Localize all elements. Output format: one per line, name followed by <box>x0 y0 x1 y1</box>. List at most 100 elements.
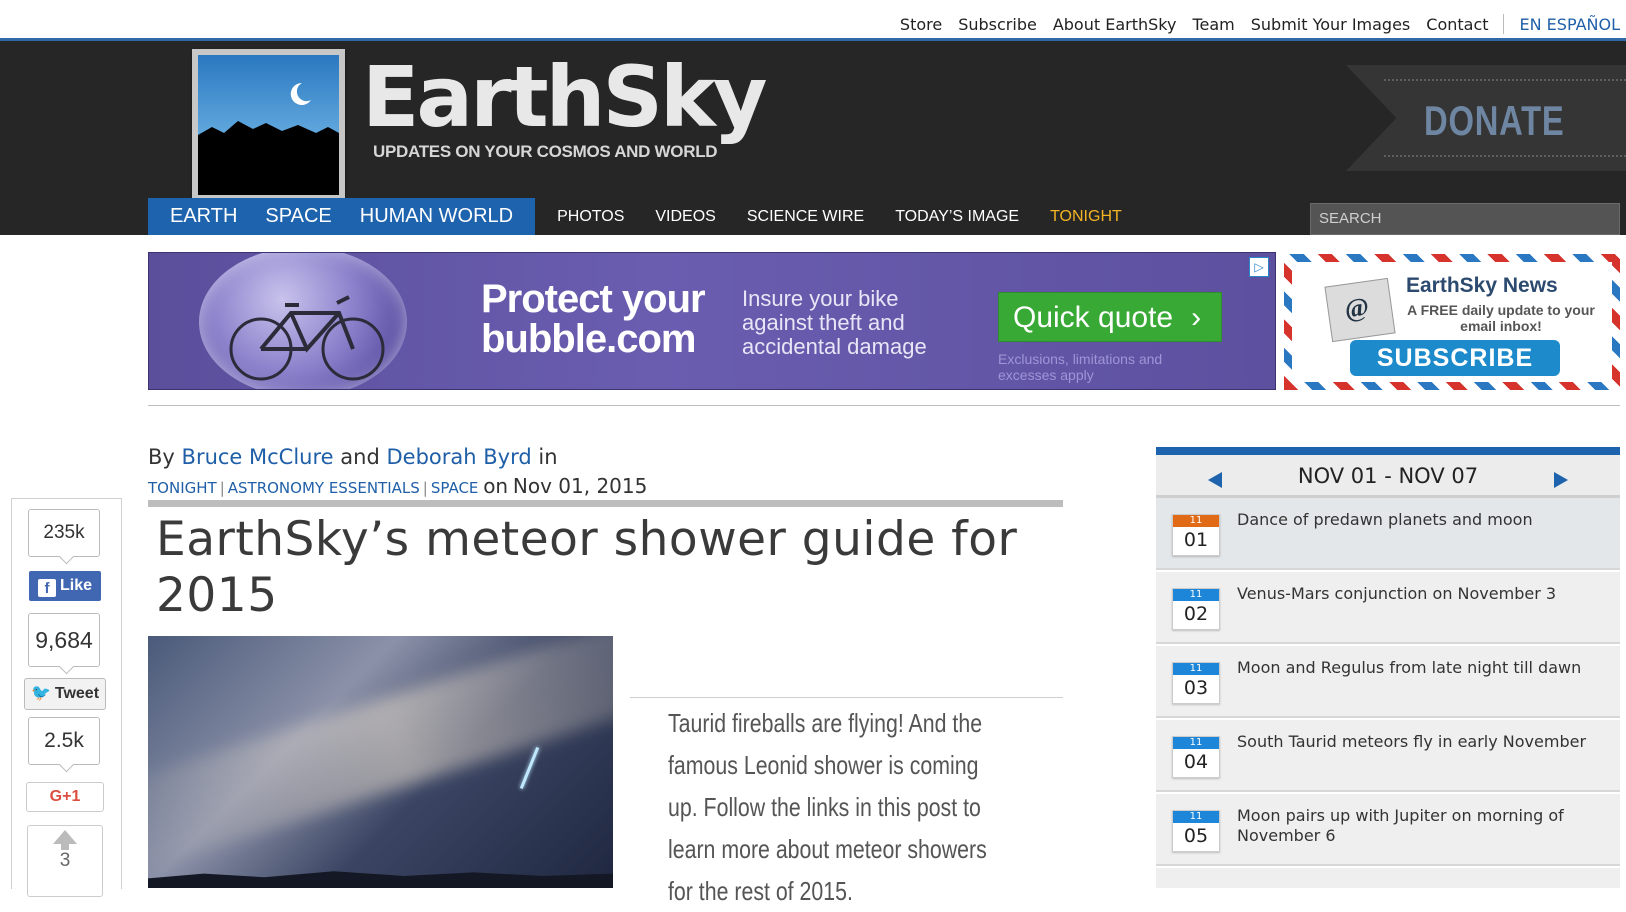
list-item[interactable]: 11 01 Dance of predawn planets and moon <box>1156 498 1620 570</box>
list-item[interactable]: 11 02 Venus-Mars conjunction on November … <box>1156 572 1620 644</box>
divider <box>1502 14 1504 34</box>
gplus-count: 2.5k <box>28 717 100 765</box>
bubble-bike-image <box>199 253 407 389</box>
milky-way-band <box>148 636 613 880</box>
newsletter-description: A FREE daily update to your email inbox! <box>1407 302 1595 334</box>
category-link-tonight[interactable]: TONIGHT <box>148 479 217 497</box>
article-photo[interactable] <box>148 636 613 888</box>
banner-ad[interactable]: Protect your bubble.com Insure your bike… <box>148 252 1276 390</box>
nav-space[interactable]: SPACE <box>265 205 331 228</box>
calendar-day: 05 <box>1183 825 1209 847</box>
list-item-title[interactable]: South Taurid meteors fly in early Novemb… <box>1237 732 1607 752</box>
separator: | <box>422 479 428 497</box>
meteor-streak <box>519 747 540 789</box>
newsletter-title: EarthSky News <box>1406 274 1558 297</box>
nav-todays-image[interactable]: TODAY’S IMAGE <box>895 208 1019 226</box>
donate-dots-top <box>1384 79 1626 81</box>
upvote-count: 3 <box>59 850 71 871</box>
calendar-icon: 11 05 <box>1172 810 1220 852</box>
quick-quote-label: Quick quote <box>1013 301 1174 334</box>
share-bar: 235k f Like 9,684 🐦 Tweet 2.5k G+1 3 <box>11 498 122 897</box>
contact-link[interactable]: Contact <box>1426 15 1488 34</box>
calendar-icon: 11 03 <box>1172 662 1220 704</box>
chevron-right-icon: › <box>1191 301 1202 334</box>
submit-images-link[interactable]: Submit Your Images <box>1251 15 1411 34</box>
list-item-title[interactable]: Venus-Mars conjunction on November 3 <box>1237 584 1607 604</box>
divider <box>148 405 1620 406</box>
team-link[interactable]: Team <box>1192 15 1234 34</box>
gplus-button[interactable]: G+1 <box>26 782 104 812</box>
facebook-like-label: Like <box>59 577 92 594</box>
bicycle-icon <box>229 295 385 381</box>
utility-bar: Store Subscribe About EarthSky Team Subm… <box>0 0 1626 41</box>
week-navigator: NOV 01 - NOV 07 <box>1156 455 1620 498</box>
calendar-icon: 11 02 <box>1172 588 1220 630</box>
category-list: TONIGHT | ASTRONOMY ESSENTIALS | SPACE on No… <box>148 474 647 498</box>
nav-primary: EARTH SPACE HUMAN WORLD <box>148 198 536 235</box>
tweet-button[interactable]: 🐦 Tweet <box>24 678 106 710</box>
author-link-2[interactable]: Deborah Byrd <box>386 445 531 469</box>
donate-dots-bottom <box>1384 155 1626 157</box>
nav-tonight[interactable]: TONIGHT <box>1050 208 1122 226</box>
nav-science-wire[interactable]: SCIENCE WIRE <box>747 208 864 226</box>
facebook-count: 235k <box>28 509 100 557</box>
separator: | <box>219 479 225 497</box>
category-link-space[interactable]: SPACE <box>431 479 479 497</box>
sidebar-accent <box>1156 447 1620 455</box>
title-rule <box>148 500 1063 507</box>
site-tagline: UPDATES ON YOUR COSMOS AND WORLD <box>373 142 718 161</box>
byline: By Bruce McClure and Deborah Byrd in <box>148 445 558 469</box>
calendar-day: 03 <box>1183 677 1209 699</box>
mountain-moon-icon <box>198 82 339 195</box>
calendar-day: 02 <box>1183 603 1209 625</box>
week-range: NOV 01 - NOV 07 <box>1297 464 1479 488</box>
list-item[interactable]: 11 03 Moon and Regulus from late night ti… <box>1156 646 1620 718</box>
nav-videos[interactable]: VIDEOS <box>655 208 715 226</box>
tweet-label: Tweet <box>54 685 100 702</box>
previous-week-arrow-icon[interactable] <box>1208 472 1222 488</box>
ad-headline-1: Protect your <box>481 277 706 321</box>
subscribe-button[interactable]: SUBSCRIBE <box>1350 340 1560 376</box>
category-link-astronomy-essentials[interactable]: ASTRONOMY ESSENTIALS <box>228 479 420 497</box>
spanish-link[interactable]: EN ESPAÑOL <box>1520 15 1620 34</box>
byline-and: and <box>340 445 380 469</box>
search-input[interactable]: SEARCH <box>1310 203 1620 235</box>
facebook-like-button[interactable]: f Like <box>29 571 101 601</box>
nav-secondary: PHOTOS VIDEOS SCIENCE WIRE TODAY’S IMAGE… <box>557 208 1153 226</box>
list-item-title[interactable]: Dance of predawn planets and moon <box>1237 510 1607 530</box>
list-item-title[interactable]: Moon pairs up with Jupiter on morning of… <box>1237 806 1607 846</box>
author-link-1[interactable]: Bruce McClure <box>182 445 334 469</box>
calendar-day: 01 <box>1183 529 1209 551</box>
list-item[interactable]: 11 04 South Taurid meteors fly in early N… <box>1156 720 1620 792</box>
newsletter-ad[interactable]: @ EarthSky News A FREE daily update to y… <box>1284 254 1620 390</box>
twitter-bird-icon: 🐦 <box>30 685 51 702</box>
calendar-icon: 11 04 <box>1172 736 1220 778</box>
main-nav: EARTH SPACE HUMAN WORLD PHOTOS VIDEOS SC… <box>148 198 1153 235</box>
nav-photos[interactable]: PHOTOS <box>557 208 624 226</box>
about-link[interactable]: About EarthSky <box>1053 15 1177 34</box>
list-item[interactable] <box>1156 868 1620 888</box>
quick-quote-button[interactable]: Quick quote › <box>998 292 1222 342</box>
upvote-button[interactable]: 3 <box>27 825 103 897</box>
utility-links: Store Subscribe About EarthSky Team Subm… <box>884 14 1620 34</box>
article-title: EarthSky’s meteor shower guide for 2015 <box>156 512 1018 623</box>
up-arrow-icon <box>53 830 77 844</box>
ad-fine-print: Exclusions, limitations and excesses app… <box>998 351 1163 383</box>
next-week-arrow-icon[interactable] <box>1554 472 1568 488</box>
list-item-title[interactable]: Moon and Regulus from late night till da… <box>1237 658 1607 678</box>
store-link[interactable]: Store <box>900 15 942 34</box>
ad-headline: Protect your bubble.com <box>481 277 706 359</box>
excerpt-rule <box>630 697 1063 698</box>
donate-button[interactable]: DONATE <box>1424 97 1565 145</box>
horizon-silhouette <box>148 871 613 888</box>
nav-earth[interactable]: EARTH <box>170 205 237 228</box>
subscribe-link[interactable]: Subscribe <box>958 15 1037 34</box>
byline-in: in <box>538 445 558 469</box>
nav-human-world[interactable]: HUMAN WORLD <box>360 205 513 228</box>
ad-choices-icon[interactable]: ▷ <box>1249 257 1269 277</box>
calendar-month: 11 <box>1173 663 1219 675</box>
logo-icon[interactable] <box>192 49 345 201</box>
calendar-month: 11 <box>1173 515 1219 527</box>
list-item[interactable]: 11 05 Moon pairs up with Jupiter on morni… <box>1156 794 1620 866</box>
site-title[interactable]: EarthSky <box>362 55 768 139</box>
